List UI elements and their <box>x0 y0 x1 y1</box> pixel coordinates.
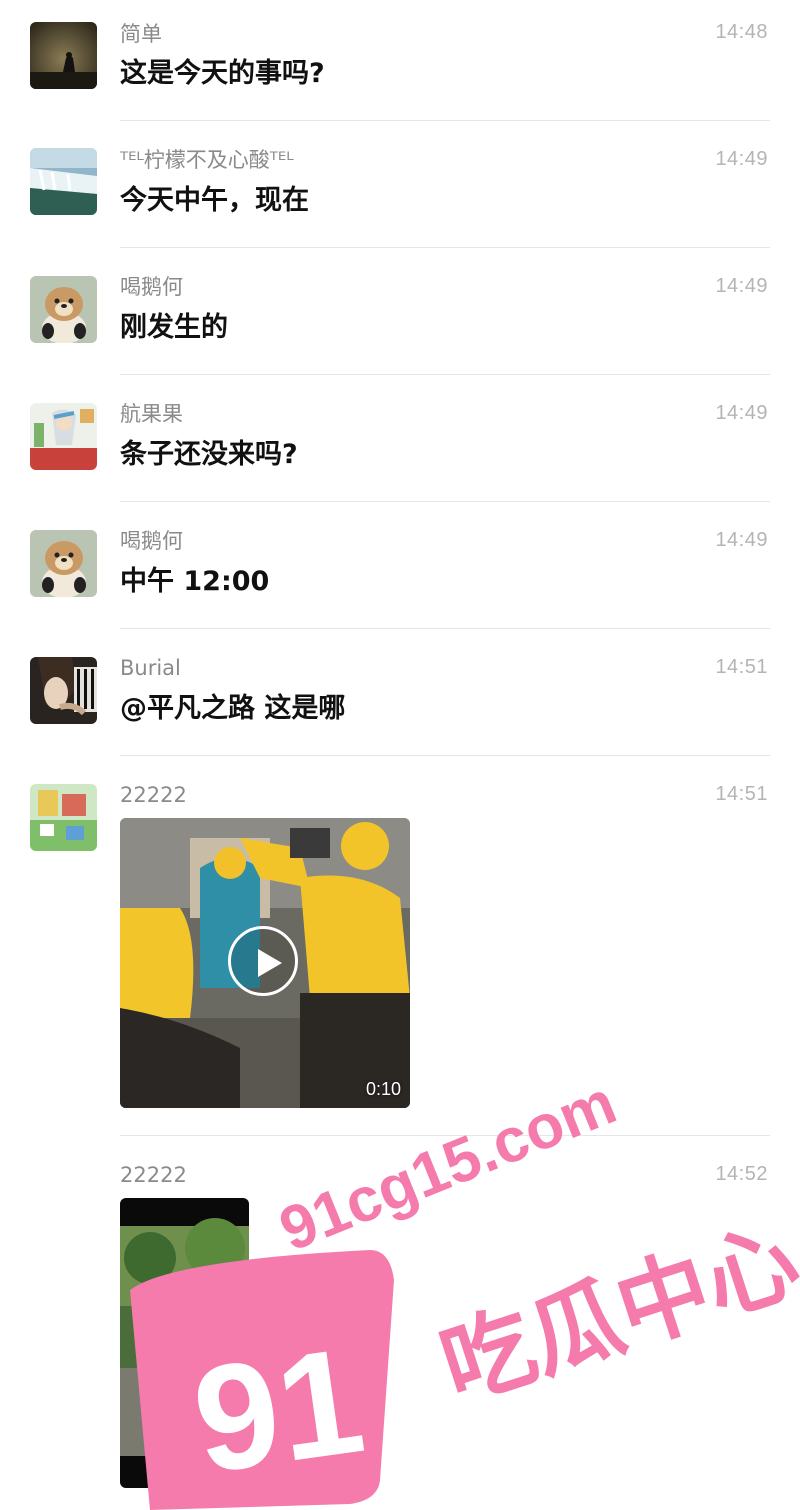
message-time: 14:51 <box>715 783 768 805</box>
message-text: 条子还没来吗? <box>120 439 298 470</box>
message-text: @平凡之路 这是哪 <box>120 693 346 724</box>
avatar[interactable] <box>30 530 97 597</box>
message-text: 中午 12:00 <box>120 566 270 597</box>
avatar[interactable] <box>30 276 97 343</box>
sender-name: 22222 <box>120 783 187 807</box>
sender-name: 航果果 <box>120 402 183 426</box>
watermark-number: 91 <box>184 1315 373 1505</box>
divider <box>120 501 770 502</box>
avatar[interactable] <box>30 784 97 851</box>
avatar[interactable] <box>30 148 97 215</box>
sender-name: 简单 <box>120 22 162 46</box>
divider <box>120 374 770 375</box>
sender-name: Burial <box>120 656 181 680</box>
sender-name: ᵀᴱᴸ柠檬不及心酸ᵀᴱᴸ <box>120 148 294 172</box>
avatar[interactable] <box>30 403 97 470</box>
avatar[interactable] <box>30 657 97 724</box>
divider <box>120 628 770 629</box>
message-time: 14:48 <box>715 21 768 43</box>
message-time: 14:49 <box>715 275 768 297</box>
message-time: 14:49 <box>715 402 768 424</box>
message-time: 14:49 <box>715 529 768 551</box>
message-text: 这是今天的事吗? <box>120 58 325 89</box>
message-time: 14:49 <box>715 148 768 170</box>
sender-name: 喝鹅何 <box>120 275 183 299</box>
message-time: 14:51 <box>715 656 768 678</box>
message-text: 今天中午，现在 <box>120 185 309 216</box>
video-duration: 0:10 <box>365 1079 401 1099</box>
video-thumbnail[interactable]: 0:10 <box>120 818 410 1108</box>
divider <box>120 247 770 248</box>
divider <box>120 120 770 121</box>
avatar[interactable] <box>30 22 97 89</box>
divider <box>120 755 770 756</box>
play-icon[interactable] <box>228 926 298 996</box>
message-text: 刚发生的 <box>120 312 228 343</box>
sender-name: 喝鹅何 <box>120 529 183 553</box>
